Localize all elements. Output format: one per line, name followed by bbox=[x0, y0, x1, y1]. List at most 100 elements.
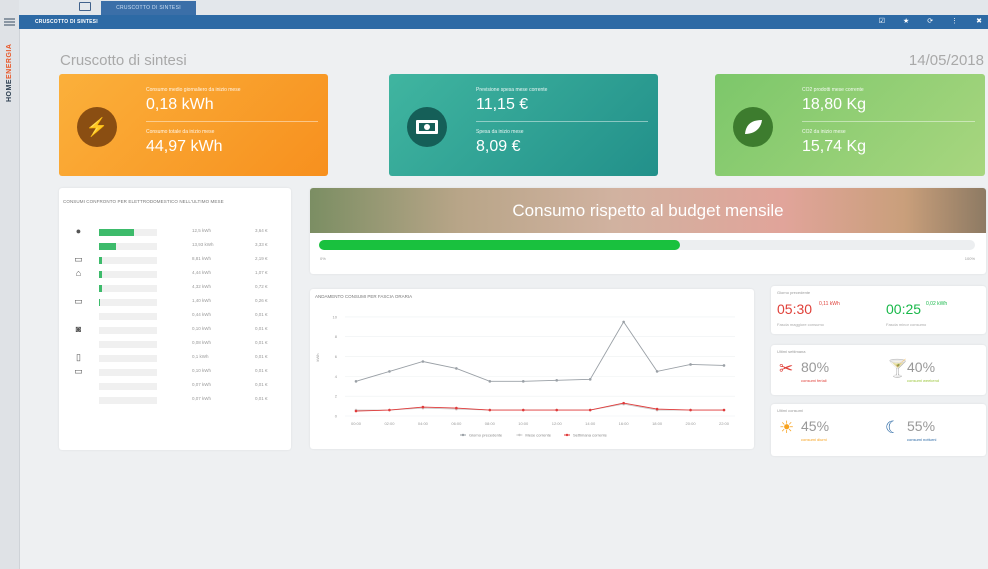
appliance-kwh: 0,44 kWh bbox=[192, 312, 212, 317]
appliance-row: ▯ 0,1 kWh 0,01 € bbox=[59, 352, 291, 366]
appliance-row: ▭ 0,10 kWh 0,01 € bbox=[59, 366, 291, 380]
appliance-bar bbox=[99, 257, 102, 264]
night-label: consumi notturni bbox=[907, 437, 937, 442]
appliance-bar bbox=[99, 299, 100, 306]
data-point bbox=[455, 406, 458, 410]
hamburger-menu-icon[interactable] bbox=[4, 18, 15, 26]
low-label: Fascia minor consumo bbox=[886, 322, 927, 327]
data-point bbox=[622, 320, 625, 324]
refresh-icon[interactable]: ⟳ bbox=[927, 15, 933, 29]
brand-accent: ENERGIA bbox=[6, 43, 13, 80]
day-label: consumi diurni bbox=[801, 437, 827, 442]
appliance-kwh: 4,32 kWh bbox=[192, 284, 212, 289]
data-point bbox=[555, 379, 559, 382]
x-tick-label: 10:00 bbox=[518, 421, 529, 426]
cocktail-icon: 🍸 bbox=[887, 359, 909, 378]
data-point bbox=[488, 408, 492, 412]
data-point bbox=[521, 408, 525, 412]
section-title: CRUSCOTTO DI SINTESI bbox=[35, 19, 98, 25]
vertical-sidebar: HOMEENERGIA bbox=[0, 0, 20, 569]
appliance-row: 0,07 kWh 0,01 € bbox=[59, 380, 291, 394]
top-header: CRUSCOTTO DI SINTESI bbox=[19, 0, 988, 15]
appliance-bar-track bbox=[99, 257, 157, 264]
budget-progress-fill bbox=[319, 240, 680, 250]
appliance-bar-track bbox=[99, 355, 157, 362]
appliance-kwh: 0,07 kWh bbox=[192, 396, 212, 401]
budget-card: Consumo rispetto al budget mensile 0% 10… bbox=[310, 188, 986, 274]
tab-dashboard[interactable]: CRUSCOTTO DI SINTESI bbox=[101, 1, 196, 15]
budget-min-label: 0% bbox=[320, 256, 326, 261]
appliance-kwh: 4,44 kWh bbox=[192, 270, 212, 275]
appliance-icon bbox=[74, 311, 83, 320]
star-icon[interactable]: ★ bbox=[903, 15, 909, 29]
y-tick-label: 10 bbox=[333, 314, 338, 319]
data-point bbox=[421, 405, 425, 409]
x-tick-label: 20:00 bbox=[686, 421, 697, 426]
kpi-label: CO2 da inizio mese bbox=[802, 129, 846, 135]
data-point bbox=[588, 408, 592, 412]
kpi-label: Consumo medio giornaliero da inizio mese bbox=[146, 87, 241, 93]
appliance-cost: 0,01 € bbox=[255, 368, 268, 373]
x-tick-label: 22:00 bbox=[719, 421, 730, 426]
appliance-cost: 0,01 € bbox=[255, 382, 268, 387]
appliance-icon bbox=[74, 395, 83, 404]
weekend-label: consumi weekend bbox=[907, 378, 940, 383]
appliance-icon bbox=[74, 381, 83, 390]
x-tick-label: 12:00 bbox=[552, 421, 563, 426]
data-point bbox=[388, 408, 391, 412]
check-icon[interactable]: ☑ bbox=[879, 15, 885, 29]
low-value: 0,02 kWh bbox=[926, 301, 948, 307]
appliance-row: ◙ 0,10 kWh 0,01 € bbox=[59, 324, 291, 338]
sun-icon: ☀ bbox=[779, 418, 795, 437]
appliance-row: 13,93 kWh 3,33 € bbox=[59, 240, 291, 254]
day-night-stat-card: Ultimi consumi ☀ 45% consumi diurni ☾ 55… bbox=[771, 404, 986, 456]
weekday-label: consumi feriali bbox=[801, 378, 827, 383]
x-tick-label: 08:00 bbox=[485, 421, 496, 426]
night-pct: 55% bbox=[907, 418, 936, 434]
more-icon[interactable]: ⋮ bbox=[951, 15, 958, 29]
appliance-icon: ▭ bbox=[74, 254, 83, 264]
budget-max-label: 100% bbox=[964, 256, 975, 261]
tools-icon: ✂ bbox=[779, 359, 794, 378]
appliance-cost: 0,72 € bbox=[255, 284, 268, 289]
page-title: Cruscotto di sintesi bbox=[60, 52, 187, 69]
appliance-icon: ▯ bbox=[76, 352, 81, 362]
appliance-row: 4,32 kWh 0,72 € bbox=[59, 282, 291, 296]
stat-title: Ultimi consumi bbox=[777, 408, 804, 413]
y-tick-label: 0 bbox=[335, 414, 338, 419]
appliance-icon bbox=[74, 241, 83, 250]
data-point bbox=[555, 408, 559, 412]
legend-label: Settimana corrente bbox=[573, 433, 608, 438]
y-tick-label: 2 bbox=[335, 394, 338, 399]
kpi-label: Spesa da inizio mese bbox=[476, 129, 524, 135]
peak-time: 05:30 bbox=[777, 301, 813, 317]
yesterday-stat-card: Giorno precedente 05:30 0,11 kWh Fascia … bbox=[771, 286, 986, 334]
appliance-row: ⌂ 4,44 kWh 1,07 € bbox=[59, 268, 291, 282]
legend-dot bbox=[461, 433, 465, 437]
appliance-kwh: 0,10 kWh bbox=[192, 368, 212, 373]
appliance-row: ▭ 8,81 kWh 2,19 € bbox=[59, 254, 291, 268]
data-point bbox=[722, 408, 726, 412]
kpi-value: 0,18 kWh bbox=[146, 96, 214, 113]
x-tick-label: 00:00 bbox=[351, 421, 362, 426]
appliance-kwh: 13,93 kWh bbox=[192, 242, 214, 247]
appliance-bar-track bbox=[99, 383, 157, 390]
y-tick-label: 8 bbox=[335, 334, 338, 339]
appliances-card: CONSUMI CONFRONTO PER ELETTRODOMESTICO N… bbox=[59, 188, 291, 450]
budget-title: Consumo rispetto al budget mensile bbox=[512, 201, 784, 220]
data-point bbox=[488, 380, 492, 383]
appliance-kwh: 0,08 kWh bbox=[192, 340, 212, 345]
x-tick-label: 02:00 bbox=[384, 421, 395, 426]
kpi-value: 44,97 kWh bbox=[146, 138, 223, 155]
appliance-cost: 0,01 € bbox=[255, 340, 268, 345]
kpi-label: CO2 prodotti mese corrente bbox=[802, 87, 864, 93]
appliance-bar bbox=[99, 285, 102, 292]
folder-icon[interactable] bbox=[79, 2, 91, 11]
kpi-value: 11,15 € bbox=[476, 96, 529, 113]
kpi-value: 18,80 Kg bbox=[802, 96, 867, 113]
peak-label: Fascia maggiore consumo bbox=[777, 322, 824, 327]
y-tick-label: 6 bbox=[335, 354, 338, 359]
x-tick-label: 18:00 bbox=[652, 421, 663, 426]
appliance-icon: ▭ bbox=[74, 296, 83, 306]
close-icon[interactable]: ✖ bbox=[976, 15, 982, 29]
